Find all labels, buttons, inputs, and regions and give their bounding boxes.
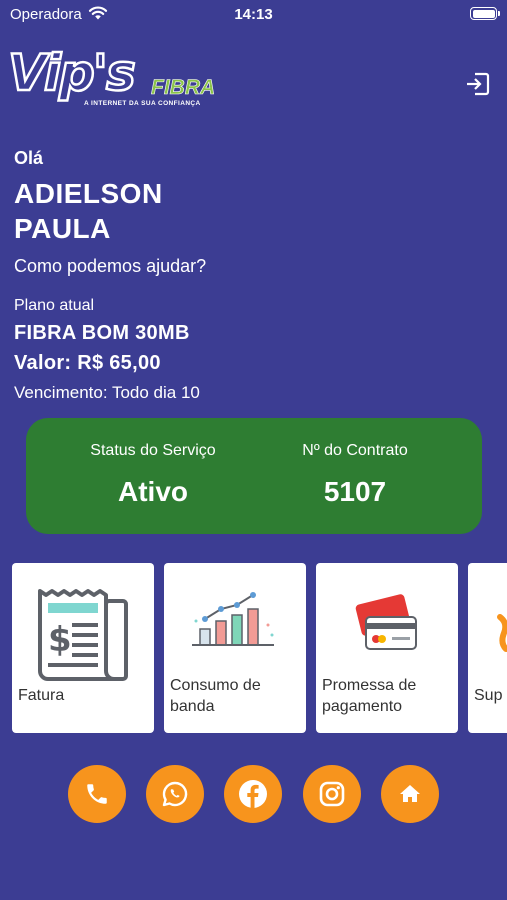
help-prompt: Como podemos ajudar? [14,256,207,276]
menu-card-label-line2: pagamento [322,698,403,715]
phone-icon [87,784,107,804]
credit-card-icon [355,594,417,650]
menu-card-bandwidth[interactable]: Consumo de banda [164,563,306,733]
facebook-icon [239,780,267,808]
instagram-icon [319,781,345,807]
plan-value: Valor: R$ 65,00 [14,352,161,374]
instagram-button[interactable] [303,765,361,823]
invoice-icon: $ [38,589,128,681]
whatsapp-icon [162,781,188,807]
contract-number-label: Nº do Contrato [302,442,408,459]
menu-carousel[interactable]: $ Fatura Consumo de banda Promessa de pa… [0,563,507,735]
battery-icon [470,7,500,20]
menu-card-label: Fatura [18,687,65,704]
menu-card-invoice[interactable]: $ Fatura [12,563,154,733]
service-status-label: Status do Serviço [90,442,216,459]
customer-name-line2: PAULA [14,213,111,244]
logo-fibra: FIBRA [151,76,216,99]
plan-due-date: Vencimento: Todo dia 10 [14,383,200,402]
menu-card-label-line2: banda [170,698,215,715]
home-icon [400,785,420,802]
contract-number-value: 5107 [323,476,387,507]
whatsapp-button[interactable] [146,765,204,823]
logout-button[interactable] [464,70,492,98]
service-status-value: Ativo [118,476,188,507]
menu-card-label-line1: Promessa de [322,677,417,694]
bar-chart-icon [192,592,274,646]
menu-card-support[interactable]: Sup [468,563,507,733]
logout-icon [467,72,490,96]
home-button[interactable] [381,765,439,823]
customer-name: ADIELSON PAULA [14,176,163,246]
logo-tagline: A INTERNET DA SUA CONFIANÇA [84,100,201,107]
brand-logo: Vip's FIBRA A INTERNET DA SUA CONFIANÇA [7,47,216,114]
phone-button[interactable] [68,765,126,823]
plan-name: FIBRA BOM 30MB [14,322,190,344]
service-status-card: Status do Serviço Ativo Nº do Contrato 5… [26,418,482,534]
facebook-button[interactable] [224,765,282,823]
menu-card-label: Consumo de banda [170,675,261,717]
greeting-hello: Olá [14,148,44,168]
support-icon [497,614,507,652]
menu-card-label: Promessa de pagamento [322,675,416,717]
status-bar: Operadora 14:13 [0,0,507,30]
logo-wordmark: Vip's [7,44,137,102]
customer-name-line1: ADIELSON [14,178,163,209]
menu-card-payment-promise[interactable]: Promessa de pagamento [316,563,458,733]
plan-label: Plano atual [14,297,95,314]
menu-card-label-line1: Consumo de [170,677,261,694]
clock: 14:13 [234,6,273,23]
svg-text:$: $ [48,620,72,660]
menu-card-label: Sup [474,687,503,704]
